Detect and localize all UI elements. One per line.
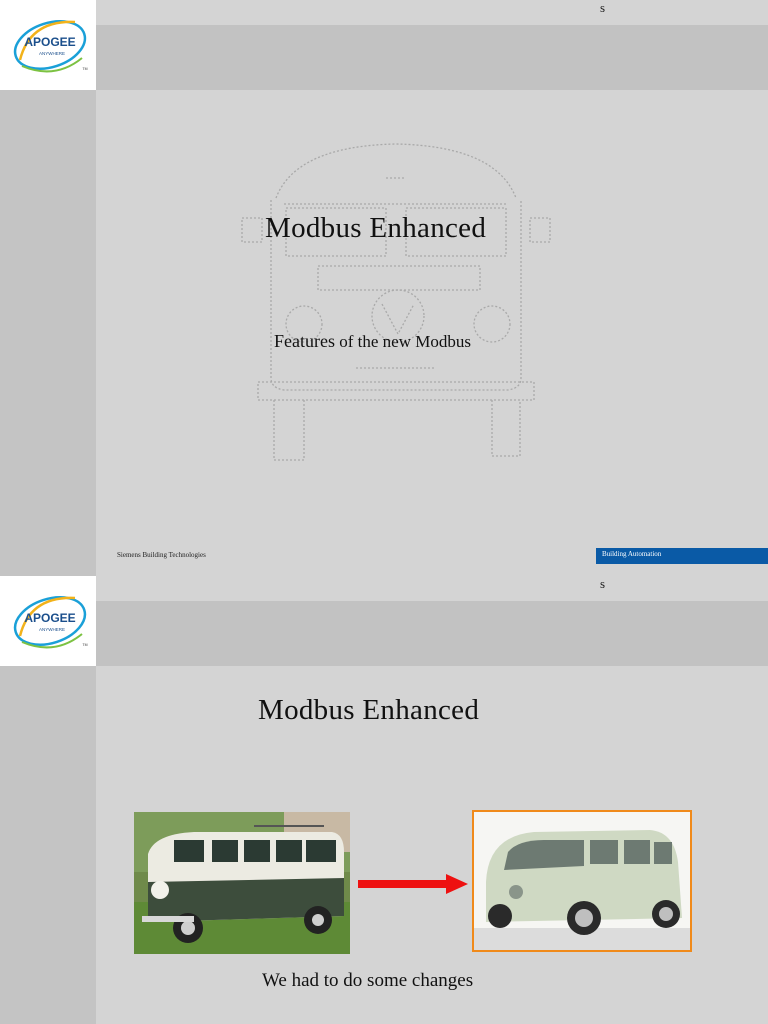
header-band	[96, 601, 768, 666]
left-bar	[0, 666, 96, 1024]
corner-letter: s	[600, 576, 606, 591]
slide-2: APOGEE ANYWHERE TM s Modbus Enhanced We …	[0, 576, 768, 1024]
logo-trademark-text: TM	[82, 643, 87, 647]
slide-subtitle: Features of the new Modbus	[274, 331, 471, 352]
logo-brand-text: APOGEE	[24, 35, 75, 49]
logo-trademark-text: TM	[82, 67, 87, 71]
footer-division: Building Automation	[602, 550, 662, 558]
left-bar	[0, 90, 96, 576]
subtitle-first-word: Features	[274, 331, 335, 351]
header-band	[96, 25, 768, 90]
slide-title: Modbus Enhanced	[265, 212, 487, 244]
apogee-logo: APOGEE ANYWHERE TM	[0, 0, 96, 90]
new-vw-bus-photo	[472, 810, 692, 952]
slide-caption: We had to do some changes	[262, 970, 474, 991]
vw-bus-sketch	[241, 143, 551, 461]
footer-company: Siemens Building Technologies	[117, 551, 206, 559]
old-vw-bus-photo	[134, 812, 350, 954]
logo-tagline-text: ANYWHERE	[39, 51, 65, 56]
transition-arrow-icon	[358, 874, 468, 894]
footer-band: Building Automation	[596, 548, 768, 564]
logo-tagline-text: ANYWHERE	[39, 627, 65, 632]
logo-brand-text: APOGEE	[24, 611, 75, 625]
slide-title: Modbus Enhanced	[258, 694, 480, 726]
slide-1: APOGEE ANYWHERE TM s Modbus Enhanced Fea…	[0, 0, 768, 576]
subtitle-rest: of the new Modbus	[334, 332, 471, 351]
corner-letter: s	[600, 0, 606, 15]
apogee-logo: APOGEE ANYWHERE TM	[0, 576, 96, 666]
